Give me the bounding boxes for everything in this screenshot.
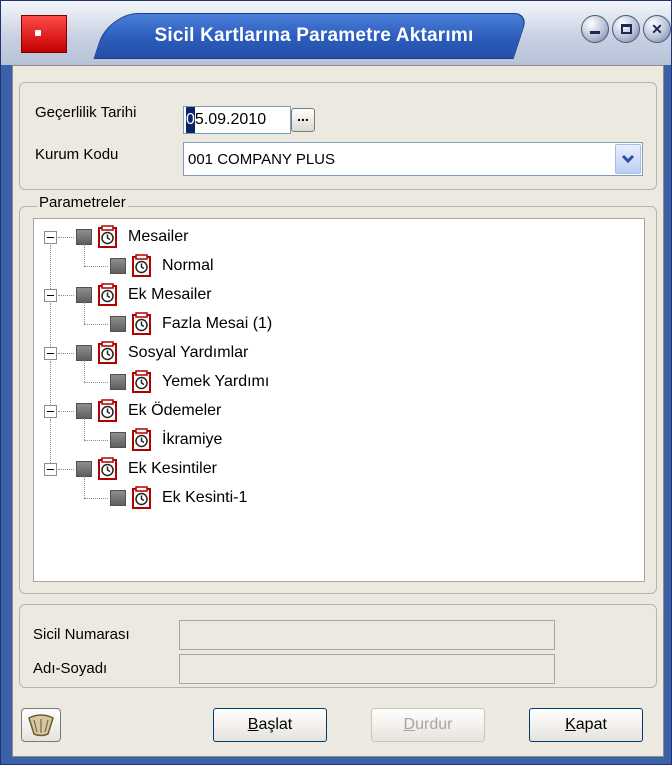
date-input[interactable]: 05.09.2010 [183,106,291,134]
tree-connector [84,498,108,499]
stop-button[interactable]: Durdur [371,708,485,742]
tree-node[interactable]: Sosyal Yardımlar [34,339,334,367]
title-bar[interactable]: Sicil Kartlarına Parametre Aktarımı ✕ [1,1,671,65]
date-label: Geçerlilik Tarihi [35,104,137,121]
date-picker-button[interactable]: ... [291,108,315,132]
tree-checkbox[interactable] [76,287,92,303]
maximize-button[interactable] [612,15,640,43]
collapse-toggle[interactable] [44,463,57,476]
chevron-down-icon [621,154,635,164]
start-button-label: aşlat [258,716,293,733]
start-button-mnemonic: B [247,716,259,733]
clock-icon [98,457,118,481]
tree-connector [84,360,85,382]
clock-icon [132,254,152,278]
name-label: Adı-Soyadı [33,660,108,677]
date-selection: 0 [186,107,195,133]
tree-connector [84,382,108,383]
clock-icon [132,428,152,452]
close-button-label: apat [575,716,607,733]
clock-icon [98,225,118,249]
tree-connector [84,302,85,324]
org-label: Kurum Kodu [35,146,119,163]
tree-checkbox[interactable] [76,461,92,477]
org-select-dropdown-button[interactable] [615,144,641,174]
stop-button-label: urdur [415,716,453,733]
tree-node[interactable]: Ek Kesintiler [34,455,334,483]
tree-checkbox[interactable] [110,490,126,506]
tree-connector [84,244,85,266]
sicil-label: Sicil Numarası [33,626,130,643]
tree-node-label: İkramiye [162,431,223,448]
close-dialog-button[interactable]: Kapat [529,708,643,742]
tree-node[interactable]: Fazla Mesai (1) [34,302,334,338]
tree-connector [84,418,85,440]
date-value: 5.09.2010 [194,111,267,128]
tree-node-label: Ek Kesintiler [128,460,217,477]
tree-connector [84,266,108,267]
start-button[interactable]: Başlat [213,708,327,742]
tree-connector [58,353,74,354]
tree-checkbox[interactable] [110,316,126,332]
window-title: Sicil Kartlarına Parametre Aktarımı [154,25,474,46]
sicil-field [179,620,555,650]
tree-connector [84,324,108,325]
tree-node-label: Fazla Mesai (1) [162,315,273,332]
collapse-toggle[interactable] [44,347,57,360]
maximize-icon [620,24,632,34]
org-select-value: 001 COMPANY PLUS [188,151,336,168]
tree-connector [58,469,74,470]
parameters-group-label: Parametreler [37,194,128,212]
tree-node-label: Yemek Yardımı [162,373,270,390]
name-field [179,654,555,684]
help-button[interactable] [21,708,61,742]
tree-node[interactable]: Ek Ödemeler [34,397,334,425]
button-bar: Başlat Durdur Kapat [13,698,663,756]
help-icon [28,714,54,737]
dialog-body: Geçerlilik Tarihi 05.09.2010 ... Kurum K… [12,65,664,757]
collapse-toggle[interactable] [44,231,57,244]
tree-connector [84,440,108,441]
collapse-toggle[interactable] [44,405,57,418]
tree-node[interactable]: Mesailer [34,223,334,251]
tree-node[interactable]: Normal [34,244,334,280]
tree-checkbox[interactable] [76,229,92,245]
org-select[interactable]: 001 COMPANY PLUS [183,142,643,176]
clock-icon [98,399,118,423]
tree-connector [58,237,74,238]
clock-icon [132,486,152,510]
minimize-button[interactable] [581,15,609,43]
clock-icon [132,312,152,336]
tree-node[interactable]: Ek Mesailer [34,281,334,309]
clock-icon [98,283,118,307]
window: Sicil Kartlarına Parametre Aktarımı ✕ Ge… [0,0,672,765]
minimize-icon [590,31,600,34]
parameters-tree[interactable]: Mesailer Normal Ek Mesailer Fazla Mesai (1)… [33,218,645,582]
tree-checkbox[interactable] [76,403,92,419]
tree-connector [58,295,74,296]
tree-connector [58,411,74,412]
tree-node-label: Ek Kesinti-1 [162,489,248,506]
close-icon: ✕ [651,21,663,37]
clock-icon [132,370,152,394]
tree-node-label: Sosyal Yardımlar [128,344,249,361]
tree-checkbox[interactable] [76,345,92,361]
tree-node-label: Normal [162,257,214,274]
tree-node[interactable]: Yemek Yardımı [34,360,334,396]
tree-node-label: Ek Ödemeler [128,402,222,419]
tree-connector [84,476,85,498]
close-button[interactable]: ✕ [643,15,671,43]
tree-node-label: Ek Mesailer [128,286,212,303]
tree-checkbox[interactable] [110,374,126,390]
app-icon[interactable] [21,15,67,53]
tree-node-label: Mesailer [128,228,189,245]
close-button-mnemonic: K [565,716,576,733]
tree-node[interactable]: İkramiye [34,418,334,454]
collapse-toggle[interactable] [44,289,57,302]
tree-checkbox[interactable] [110,432,126,448]
tree-checkbox[interactable] [110,258,126,274]
stop-button-mnemonic: D [403,716,416,733]
tree-node[interactable]: Ek Kesinti-1 [34,476,334,512]
clock-icon [98,341,118,365]
